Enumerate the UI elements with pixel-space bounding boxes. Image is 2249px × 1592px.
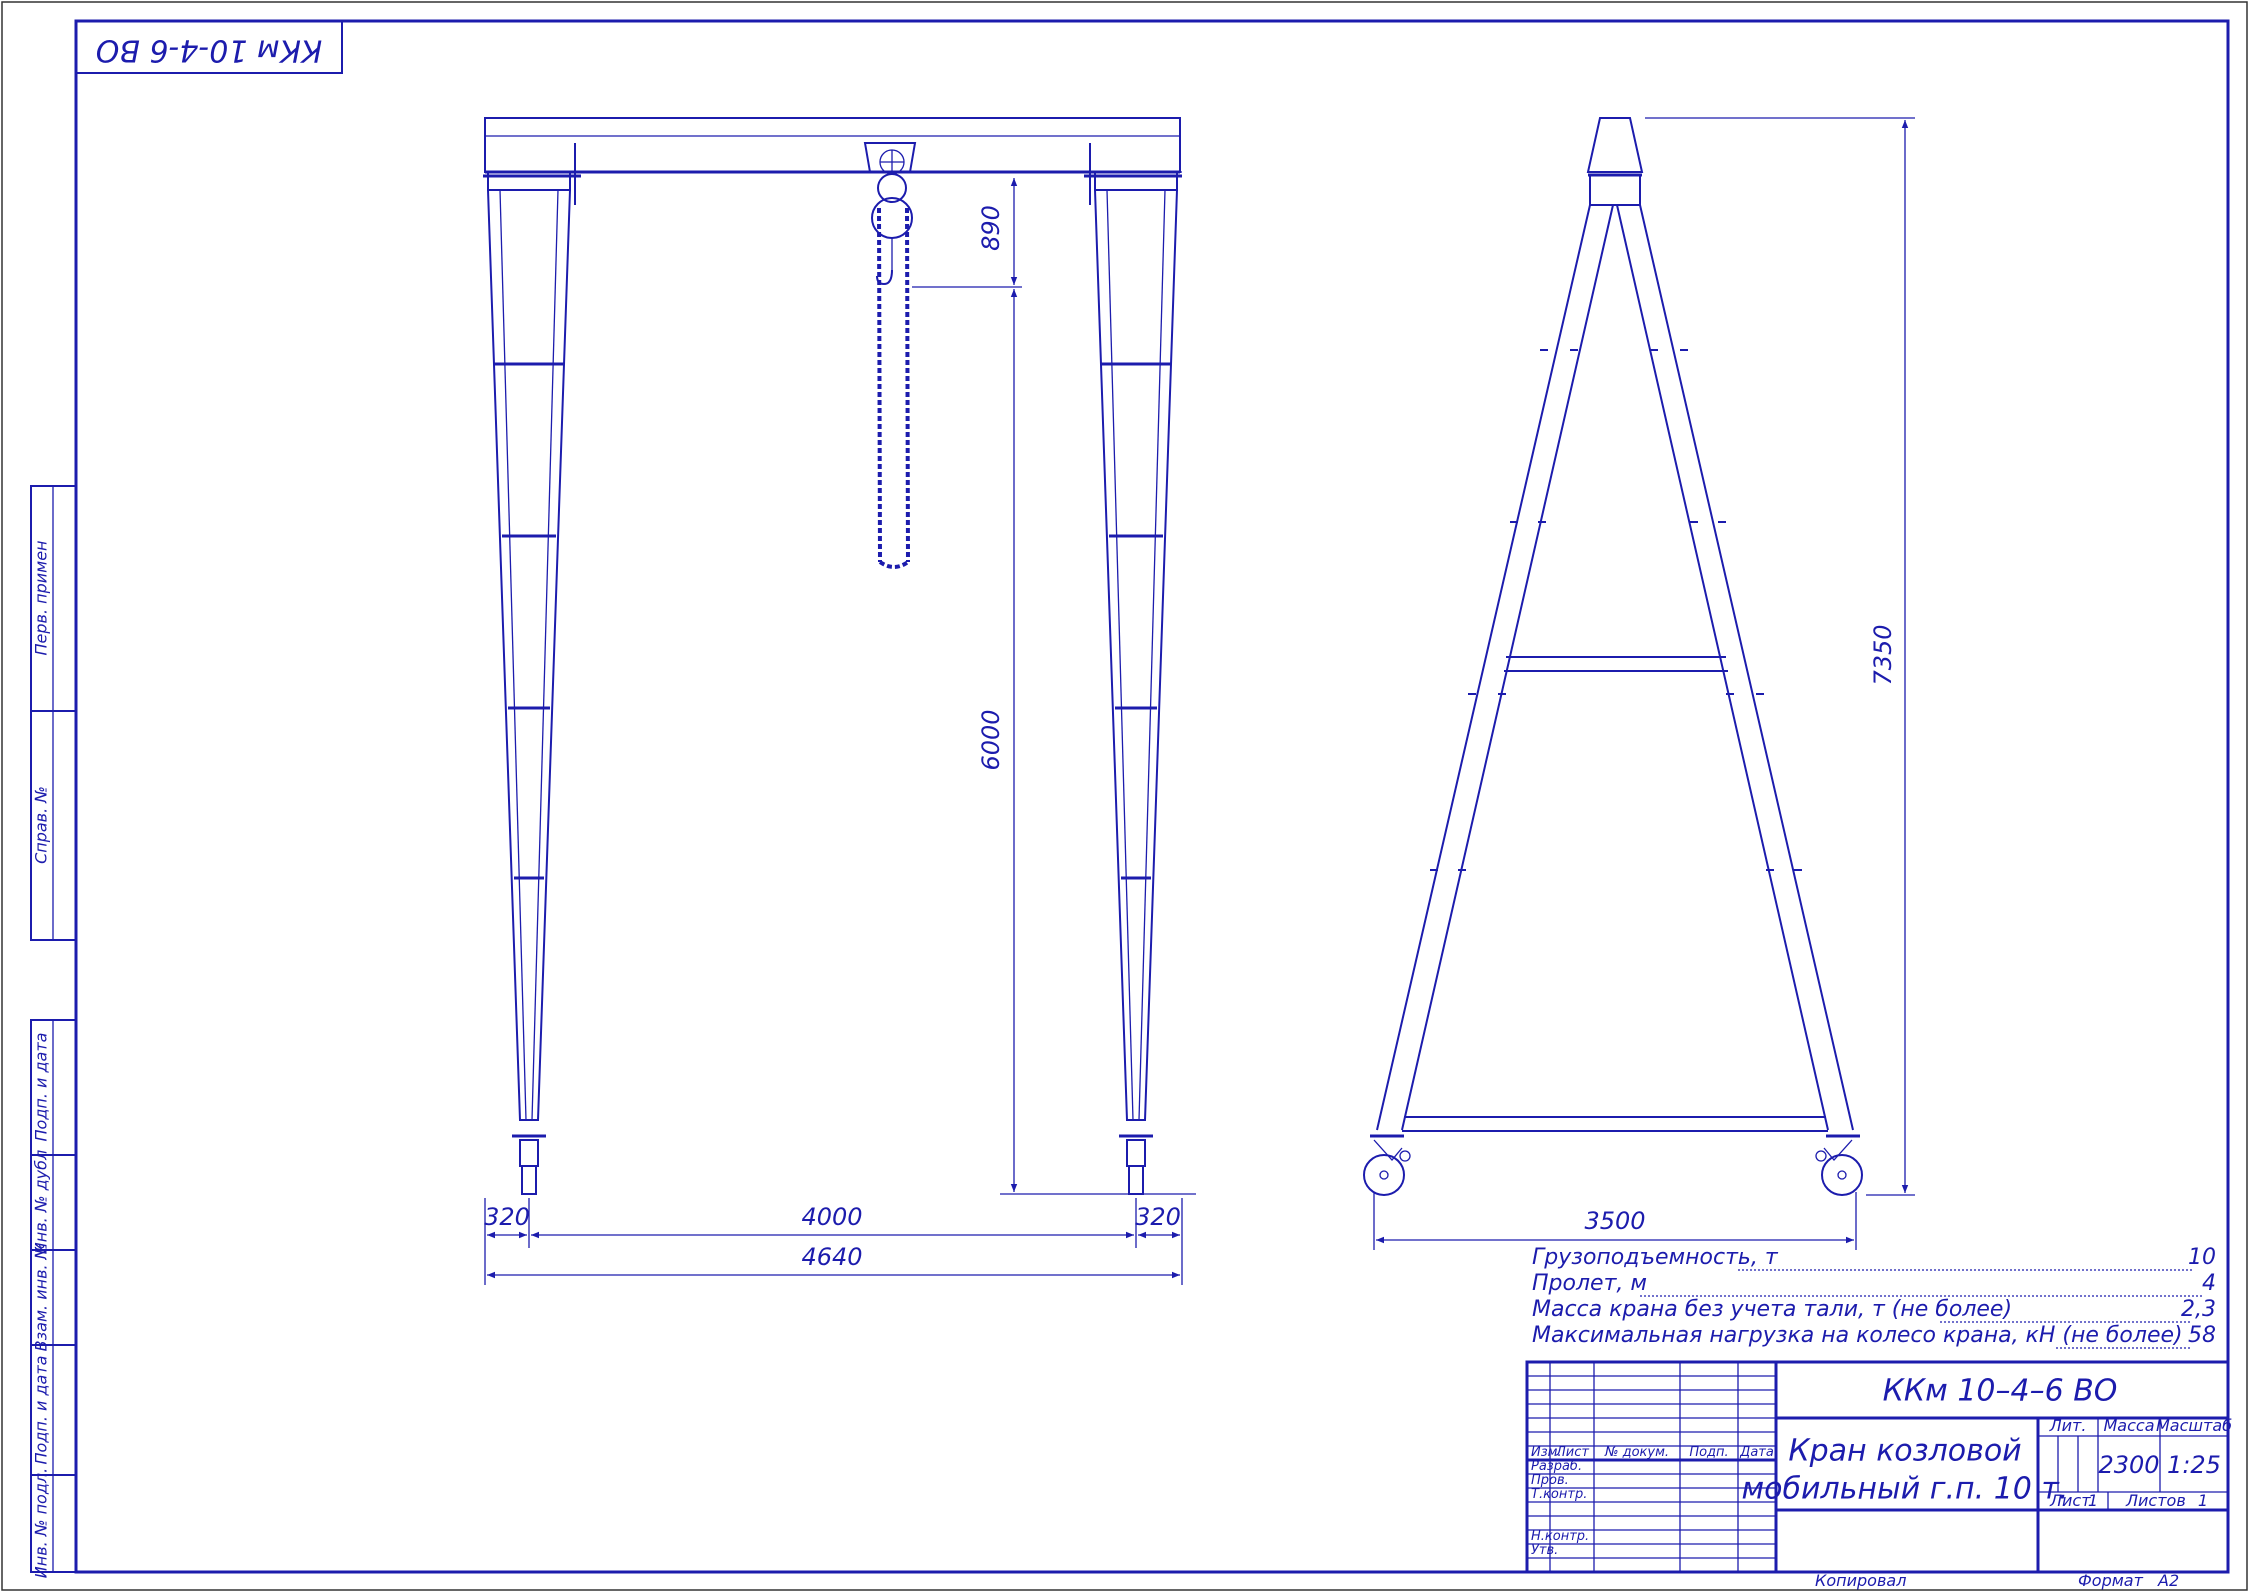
title-name-line1: Кран козловой (1788, 1434, 2021, 1469)
side-view: 7350 3500 (1363, 117, 1915, 1250)
hoist (863, 142, 917, 569)
col-date: Дата (1739, 1445, 1774, 1460)
spec-capacity-label: Грузоподъемность, т (1532, 1245, 1779, 1270)
dim-right-offset: 320 (1135, 1203, 1181, 1231)
title-name-line2: мобильный г.п. 10 т. (1742, 1472, 2069, 1507)
code-stamp: ККм 10-4-6 ВО (96, 33, 323, 68)
sheets-value: 1 (2198, 1491, 2208, 1510)
row-nkontr: Н.контр. (1531, 1529, 1589, 1544)
side-stamp-column: Перв. примен Справ. № Подп. и дата Инв. … (30, 485, 77, 1578)
col-doc: № докум. (1604, 1445, 1669, 1460)
format-label: Формат (2078, 1571, 2144, 1590)
row-razrab: Разраб. (1531, 1459, 1582, 1474)
lit-label: Лит. (2049, 1416, 2087, 1435)
dim-base-width: 3500 (1584, 1207, 1645, 1235)
scale-label: Масштаб (2156, 1416, 2232, 1435)
spec-span-value: 4 (2202, 1271, 2216, 1296)
mass-value: 2300 (2098, 1451, 2159, 1479)
sheets-label: Листов (2125, 1491, 2186, 1510)
dim-left-offset: 320 (484, 1203, 530, 1231)
stamp-inv-dubl: Инв. № дубл (32, 1150, 51, 1254)
format-value: А2 (2157, 1571, 2179, 1590)
scale-value: 1:25 (2167, 1451, 2221, 1479)
row-tkontr: Т.контр. (1531, 1487, 1587, 1502)
stamp-vzam-inv: Взам. инв. № (32, 1243, 51, 1352)
stamp-sprav: Справ. № (32, 786, 51, 864)
dim-total-height: 7350 (1869, 624, 1897, 685)
spec-wheel-load-label: Максимальная нагрузка на колесо крана, к… (1532, 1323, 2183, 1348)
copied-label: Копировал (1815, 1571, 1906, 1590)
dim-span: 4000 (801, 1203, 862, 1231)
spec-capacity-value: 10 (2188, 1245, 2216, 1270)
sheet-value: 1 (2088, 1491, 2098, 1510)
stamp-inv-podl: Инв. № подл. (32, 1468, 51, 1578)
drawing-sheet: ККм 10-4-6 ВО Перв. примен Справ. № Подп… (1, 1, 2248, 1591)
dim-total-width: 4640 (801, 1243, 862, 1271)
col-list: Лист (1555, 1445, 1589, 1460)
stamp-podp-data-1: Подп. и дата (32, 1033, 51, 1142)
spec-wheel-load-value: 58 (2188, 1323, 2216, 1348)
row-prov: Пров. (1531, 1473, 1569, 1488)
col-podp: Подп. (1689, 1445, 1728, 1460)
mass-label: Масса (2103, 1416, 2154, 1435)
stamp-perv-primen: Перв. примен (32, 540, 51, 655)
title-block: Изм. Лист № докум. Подп. Дата Разраб. Пр… (1525, 1360, 2232, 1574)
spec-list: Грузоподъемность, т 10 Пролет, м 4 Масса… (1532, 1245, 2216, 1349)
spec-span-label: Пролет, м (1532, 1271, 1647, 1296)
dim-lift-height: 6000 (977, 709, 1005, 770)
spec-mass-label: Масса крана без учета тали, т (не более) (1532, 1297, 2012, 1322)
sheet-label: Лист (2049, 1491, 2091, 1510)
spec-mass-value: 2,3 (2181, 1297, 2216, 1322)
dim-hook: 890 (977, 205, 1005, 251)
row-utv: Утв. (1531, 1543, 1558, 1558)
title-designation: ККм 10–4–6 ВО (1883, 1374, 2118, 1409)
front-view: 890 6000 320 4000 320 4640 (483, 117, 1196, 1285)
stamp-podp-data-2: Подп. и дата (32, 1356, 51, 1465)
